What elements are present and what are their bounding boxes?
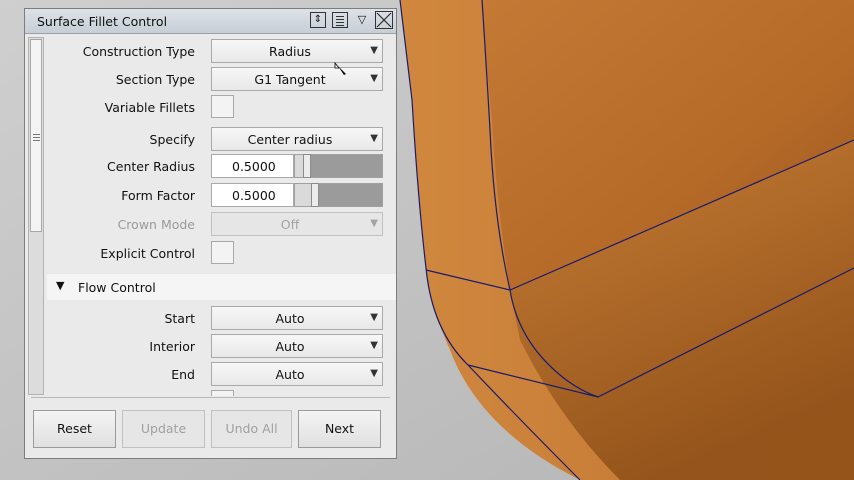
dropdown-arrow-icon: ▼ xyxy=(370,45,378,56)
flow-start-value: Auto xyxy=(275,311,305,326)
reset-button[interactable]: Reset xyxy=(33,410,116,448)
flow-start-label: Start xyxy=(164,311,195,326)
flow-interior-label: Interior xyxy=(149,339,195,354)
crown-mode-label: Crown Mode xyxy=(117,217,195,232)
crown-mode-value: Off xyxy=(280,217,300,232)
dropdown-arrow-icon: ▼ xyxy=(370,73,378,84)
panel-titlebar[interactable]: Surface Fillet Control ⇕ ▽ xyxy=(25,9,396,34)
button-divider xyxy=(31,397,390,398)
collapse-triangle-icon[interactable]: ▼ xyxy=(56,279,64,292)
center-radius-slider[interactable] xyxy=(294,154,383,178)
form-factor-row: Form Factor 0.5000 xyxy=(25,182,385,208)
slider-handle[interactable] xyxy=(311,183,319,207)
resize-icon[interactable]: ⇕ xyxy=(310,12,326,28)
variable-fillets-checkbox[interactable] xyxy=(211,95,234,118)
construction-type-value: Radius xyxy=(269,44,311,59)
variable-fillets-label: Variable Fillets xyxy=(104,100,195,115)
section-type-label: Section Type xyxy=(115,72,195,87)
section-type-dropdown[interactable]: G1 Tangent ▼ xyxy=(211,67,383,91)
list-icon[interactable] xyxy=(332,12,348,28)
flow-end-value: Auto xyxy=(275,367,305,382)
dropdown-arrow-icon: ▼ xyxy=(370,218,378,229)
flow-end-dropdown[interactable]: Auto ▼ xyxy=(211,362,383,386)
specify-row: Specify Center radius ▼ xyxy=(25,126,385,152)
mouse-cursor-icon xyxy=(334,62,346,75)
flow-control-section-header[interactable]: ▼ Flow Control xyxy=(47,274,396,300)
specify-dropdown[interactable]: Center radius ▼ xyxy=(211,127,383,151)
surface-fillet-panel: Surface Fillet Control ⇕ ▽ Construction … xyxy=(24,8,397,459)
center-radius-row: Center Radius 0.5000 xyxy=(25,153,385,179)
crown-mode-row: Crown Mode Off ▼ xyxy=(25,211,385,237)
form-factor-input[interactable]: 0.5000 xyxy=(211,183,294,207)
form-factor-label: Form Factor xyxy=(121,188,195,203)
form-factor-slider[interactable] xyxy=(294,183,383,207)
explicit-control-row: Explicit Control xyxy=(25,240,385,266)
construction-type-label: Construction Type xyxy=(82,44,195,59)
flow-control-title: Flow Control xyxy=(78,280,156,295)
flow-interior-dropdown[interactable]: Auto ▼ xyxy=(211,334,383,358)
construction-type-row: Construction Type Radius ▼ xyxy=(25,38,385,64)
crown-mode-dropdown: Off ▼ xyxy=(211,212,383,236)
flow-interior-value: Auto xyxy=(275,339,305,354)
dropdown-arrow-icon: ▼ xyxy=(370,312,378,323)
variable-fillets-row: Variable Fillets xyxy=(25,94,385,120)
update-button: Update xyxy=(122,410,205,448)
dropdown-arrow-icon: ▼ xyxy=(370,340,378,351)
specify-value: Center radius xyxy=(247,132,333,147)
flow-start-dropdown[interactable]: Auto ▼ xyxy=(211,306,383,330)
explicit-control-label: Explicit Control xyxy=(100,246,195,261)
section-type-row: Section Type G1 Tangent ▼ xyxy=(25,66,385,92)
construction-type-dropdown[interactable]: Radius ▼ xyxy=(211,39,383,63)
dropdown-arrow-icon: ▼ xyxy=(370,133,378,144)
dropdown-arrow-icon: ▼ xyxy=(370,368,378,379)
chevron-down-icon[interactable]: ▽ xyxy=(355,12,369,28)
panel-title: Surface Fillet Control xyxy=(37,14,168,29)
flow-end-label: End xyxy=(171,367,195,382)
close-icon[interactable] xyxy=(375,11,393,29)
slider-handle[interactable] xyxy=(303,154,311,178)
next-button[interactable]: Next xyxy=(298,410,381,448)
flow-interior-row: Interior Auto ▼ xyxy=(25,333,385,359)
specify-label: Specify xyxy=(149,132,195,147)
explicit-control-checkbox[interactable] xyxy=(211,241,234,264)
flow-end-row: End Auto ▼ xyxy=(25,361,385,387)
center-radius-input[interactable]: 0.5000 xyxy=(211,154,294,178)
partial-checkbox[interactable] xyxy=(211,390,234,396)
center-radius-value: 0.5000 xyxy=(232,159,276,174)
center-radius-label: Center Radius xyxy=(107,159,195,174)
flow-start-row: Start Auto ▼ xyxy=(25,305,385,331)
form-factor-value: 0.5000 xyxy=(232,188,276,203)
undo-all-button: Undo All xyxy=(211,410,292,448)
